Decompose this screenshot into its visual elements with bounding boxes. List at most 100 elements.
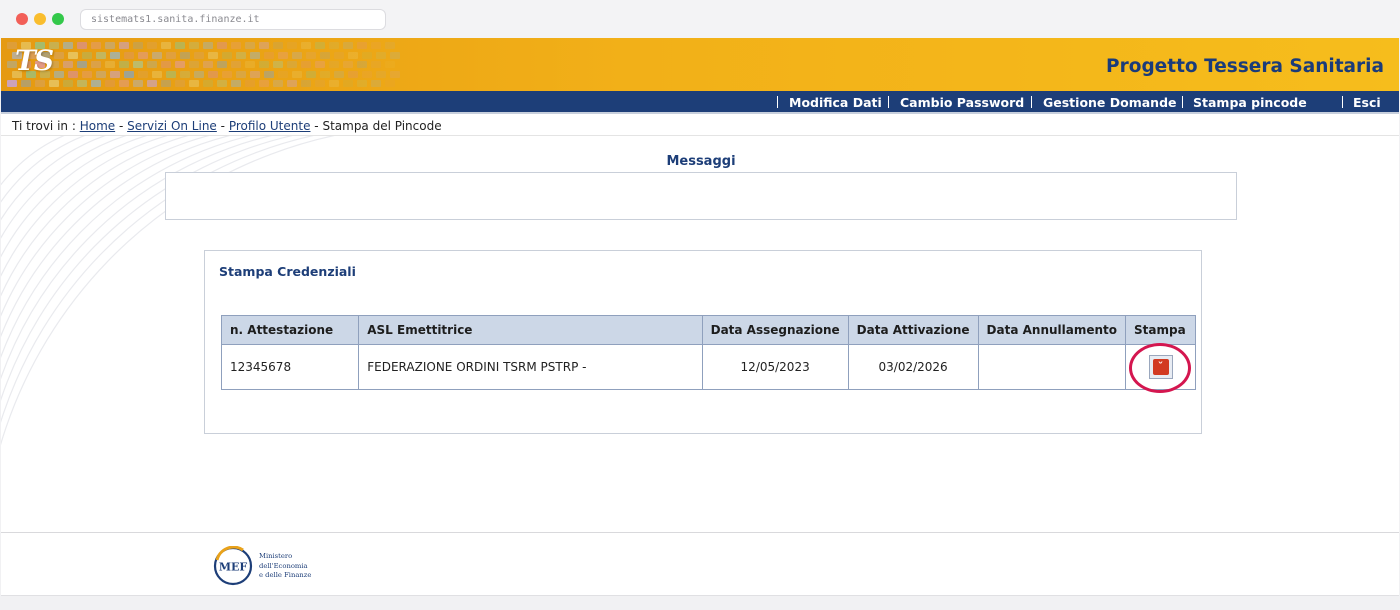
close-window-button[interactable] xyxy=(16,13,28,25)
mosaic-tile xyxy=(96,51,106,59)
mosaic-tile xyxy=(287,42,297,49)
mosaic-tile xyxy=(390,70,400,78)
mosaic-tile xyxy=(54,51,64,59)
mosaic-tile xyxy=(273,61,283,68)
mosaic-tile xyxy=(259,42,269,49)
credentials-panel: Stampa Credenziali n. Attestazione ASL E… xyxy=(204,250,1202,434)
mosaic-tile xyxy=(189,80,199,87)
mosaic-tile xyxy=(292,51,302,59)
mosaic-tile xyxy=(259,80,269,87)
mosaic-tile xyxy=(203,61,213,68)
breadcrumb: Ti trovi in : Home - Servizi On Line - P… xyxy=(12,119,442,133)
print-pdf-button[interactable]: ˇ xyxy=(1148,355,1173,379)
mosaic-tile xyxy=(231,61,241,68)
mosaic-tile xyxy=(362,70,372,78)
mosaic-tile xyxy=(301,61,311,68)
mosaic-tile xyxy=(63,42,73,49)
mosaic-tile xyxy=(152,51,162,59)
mosaic-tile xyxy=(306,51,316,59)
cell-stampa: ˇ xyxy=(1125,344,1196,390)
mosaic-tile xyxy=(138,70,148,78)
mosaic-tile xyxy=(222,51,232,59)
mosaic-tile xyxy=(138,51,148,59)
nav-modifica-dati[interactable]: Modifica Dati xyxy=(789,91,882,112)
pdf-icon: ˇ xyxy=(1152,359,1169,375)
mosaic-tile xyxy=(385,42,395,49)
mosaic-tile xyxy=(217,42,227,49)
mosaic-tile xyxy=(105,42,115,49)
mosaic-tile xyxy=(7,80,17,87)
nav-stampa-pincode[interactable]: Stampa pincode xyxy=(1193,91,1307,112)
mosaic-tile xyxy=(166,70,176,78)
mosaic-tile xyxy=(245,80,255,87)
table-row: 12345678 FEDERAZIONE ORDINI TSRM PSTRP -… xyxy=(220,344,1196,390)
mosaic-tile xyxy=(315,61,325,68)
mosaic-tile xyxy=(35,80,45,87)
mosaic-tile xyxy=(119,61,129,68)
mosaic-tile xyxy=(105,61,115,68)
mosaic-tile xyxy=(278,70,288,78)
nav-separator xyxy=(777,96,778,108)
mosaic-tile xyxy=(371,42,381,49)
mosaic-tile xyxy=(250,51,260,59)
nav-cambio-password[interactable]: Cambio Password xyxy=(900,91,1024,112)
minimize-window-button[interactable] xyxy=(34,13,46,25)
column-header: Data Attivazione xyxy=(847,315,979,345)
messages-box xyxy=(165,172,1237,220)
mosaic-tile xyxy=(385,61,395,68)
header-mosaic-decoration xyxy=(1,38,421,91)
mosaic-tile xyxy=(315,80,325,87)
mosaic-tile xyxy=(21,80,31,87)
breadcrumb-current: Stampa del Pincode xyxy=(322,119,442,133)
mosaic-tile xyxy=(357,80,367,87)
mosaic-tile xyxy=(91,61,101,68)
mosaic-tile xyxy=(68,51,78,59)
mosaic-tile xyxy=(189,42,199,49)
cell-asl: FEDERAZIONE ORDINI TSRM PSTRP - xyxy=(358,344,703,390)
column-header: Data Annullamento xyxy=(977,315,1127,345)
mosaic-tile xyxy=(91,42,101,49)
mosaic-tile xyxy=(119,80,129,87)
mosaic-tile xyxy=(376,51,386,59)
breadcrumb-profilo-link[interactable]: Profilo Utente xyxy=(229,119,311,133)
nav-esci[interactable]: Esci xyxy=(1353,91,1381,112)
mosaic-tile xyxy=(161,80,171,87)
browser-chrome: sistemats1.sanita.finanze.it xyxy=(0,0,1400,38)
mosaic-tile xyxy=(292,70,302,78)
mosaic-tile xyxy=(320,51,330,59)
mosaic-tile xyxy=(208,51,218,59)
mosaic-tile xyxy=(287,61,297,68)
mosaic-tile xyxy=(175,80,185,87)
mosaic-tile xyxy=(77,42,87,49)
mosaic-tile xyxy=(77,80,87,87)
nav-separator xyxy=(1182,96,1183,108)
mef-logo[interactable]: MEF xyxy=(213,546,253,586)
mosaic-tile xyxy=(250,70,260,78)
mosaic-tile xyxy=(385,80,395,87)
mosaic-tile xyxy=(236,51,246,59)
mosaic-tile xyxy=(152,70,162,78)
mosaic-tile xyxy=(147,61,157,68)
breadcrumb-servizi-link[interactable]: Servizi On Line xyxy=(127,119,217,133)
mosaic-tile xyxy=(147,42,157,49)
breadcrumb-home-link[interactable]: Home xyxy=(80,119,115,133)
mosaic-tile xyxy=(119,42,129,49)
credentials-title: Stampa Credenziali xyxy=(219,264,356,279)
mosaic-tile xyxy=(133,80,143,87)
mosaic-tile xyxy=(329,80,339,87)
mosaic-tile xyxy=(343,80,353,87)
mosaic-tile xyxy=(301,80,311,87)
mosaic-tile xyxy=(105,80,115,87)
mosaic-tile xyxy=(343,42,353,49)
ts-logo[interactable]: TS xyxy=(15,44,54,77)
nav-gestione-domande[interactable]: Gestione Domande xyxy=(1043,91,1177,112)
maximize-window-button[interactable] xyxy=(52,13,64,25)
page-bottom-band xyxy=(1,595,1399,606)
address-bar[interactable]: sistemats1.sanita.finanze.it xyxy=(80,9,386,30)
mosaic-tile xyxy=(175,42,185,49)
messages-title: Messaggi xyxy=(666,154,736,169)
table-header-row: n. Attestazione ASL Emettitrice Data Ass… xyxy=(220,315,1196,345)
mosaic-tile xyxy=(376,70,386,78)
mosaic-tile xyxy=(189,61,199,68)
mosaic-tile xyxy=(329,42,339,49)
